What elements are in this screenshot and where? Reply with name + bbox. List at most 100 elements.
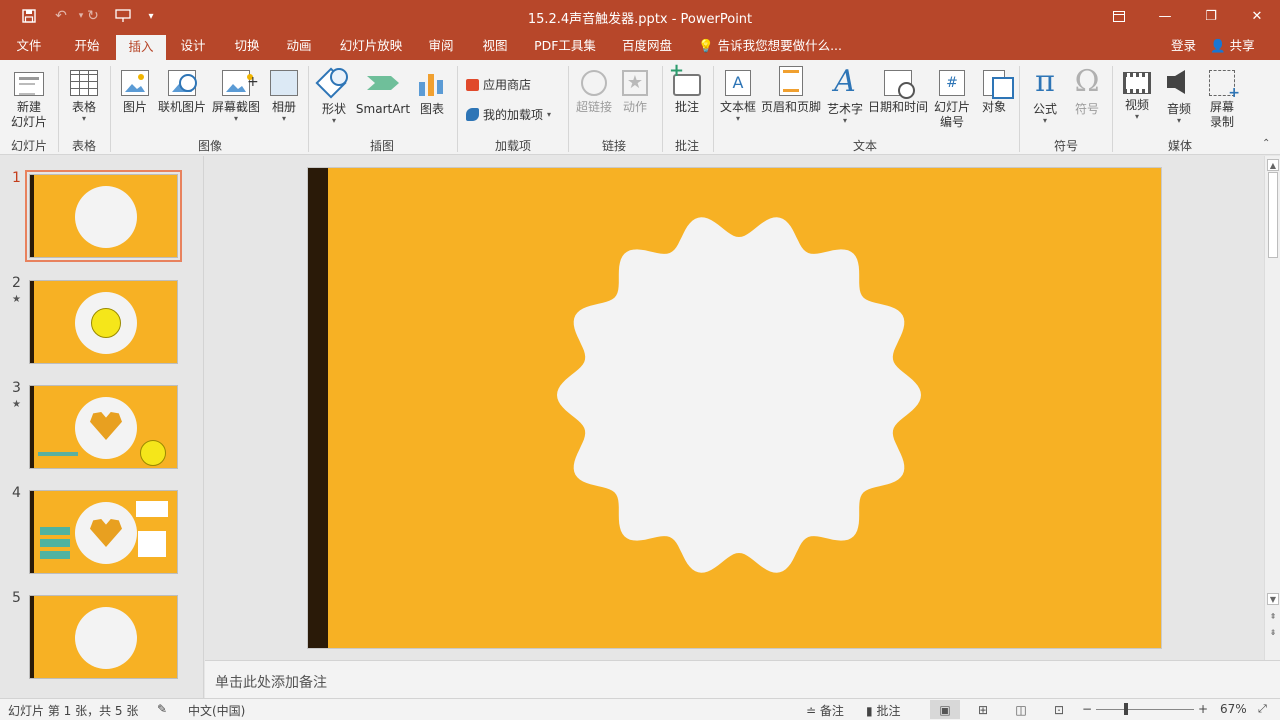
smartart-button[interactable]: SmartArt <box>355 64 411 117</box>
zoom-in-icon[interactable]: + <box>1198 702 1208 716</box>
share-label: 共享 <box>1229 38 1255 53</box>
table-button[interactable]: 表格 ▾ <box>62 64 106 123</box>
addins-icon <box>466 108 479 121</box>
previous-slide-icon[interactable]: ⇞ <box>1267 611 1279 623</box>
zoom-level[interactable]: 67% <box>1220 702 1247 716</box>
zoom-out-icon[interactable]: − <box>1082 702 1092 716</box>
zoom-slider-handle[interactable] <box>1124 703 1128 715</box>
album-button[interactable]: 相册 ▾ <box>264 64 304 123</box>
my-addins-button[interactable]: 我的加载项 ▾ <box>466 106 551 123</box>
scalloped-circle[interactable] <box>556 212 922 578</box>
zoom-slider[interactable] <box>1096 709 1194 710</box>
wordart-icon: A <box>834 64 856 99</box>
screenshot-icon <box>222 70 253 96</box>
scrollbar-thumb[interactable] <box>1268 172 1278 258</box>
tab-review[interactable]: 审阅 <box>420 32 462 60</box>
store-button[interactable]: 应用商店 <box>466 76 531 93</box>
datetime-button[interactable]: 日期和时间 <box>867 64 929 115</box>
tab-design[interactable]: 设计 <box>172 32 214 60</box>
tab-transitions[interactable]: 切换 <box>226 32 268 60</box>
vertical-scrollbar[interactable]: ▲ ▼ ⇞ ⇟ <box>1264 156 1280 660</box>
equation-button[interactable]: π 公式 ▾ <box>1026 64 1064 125</box>
tab-baidu-netdisk[interactable]: 百度网盘 <box>616 32 678 60</box>
wordart-button[interactable]: A 艺术字 ▾ <box>825 64 865 125</box>
album-label: 相册 <box>271 100 296 114</box>
comments-toggle-label: 批注 <box>876 704 901 718</box>
language-indicator[interactable]: 中文(中国) <box>188 702 245 719</box>
screen-record-button[interactable]: 屏幕 录制 <box>1202 64 1242 130</box>
signin-link[interactable]: 登录 <box>1171 32 1196 60</box>
video-button[interactable]: 视频 ▾ <box>1118 64 1156 121</box>
object-button[interactable]: 对象 <box>976 64 1014 115</box>
group-text: 文本 <box>852 139 877 153</box>
minimize-icon[interactable]: — <box>1142 0 1188 32</box>
fit-to-window-icon[interactable]: ⤢ <box>1258 702 1267 716</box>
screenshot-button[interactable]: 屏幕截图 ▾ <box>210 64 262 123</box>
notes-pane[interactable]: 单击此处添加备注 <box>205 660 1280 698</box>
action-button[interactable]: ★ 动作 <box>616 64 654 115</box>
reading-view-button[interactable]: ◫ <box>1006 700 1036 719</box>
slide-left-bar <box>30 175 34 257</box>
thumbnail-decoration <box>136 501 168 517</box>
symbol-button[interactable]: Ω 符号 <box>1068 64 1106 117</box>
restore-icon[interactable]: ❐ <box>1188 0 1234 32</box>
picture-icon <box>121 70 149 96</box>
chart-button[interactable]: 图表 <box>414 64 450 117</box>
spellcheck-icon[interactable]: ✎ <box>157 702 167 716</box>
tell-me-search[interactable]: 💡 告诉我您想要做什么... <box>698 32 842 60</box>
divider <box>457 66 458 152</box>
slide-number-button[interactable]: # 幻灯片 编号 <box>931 64 973 130</box>
chevron-down-icon: ▾ <box>233 114 238 123</box>
header-footer-label: 页眉和页脚 <box>760 100 821 114</box>
textbox-button[interactable]: A 文本框 ▾ <box>718 64 758 123</box>
slide-thumbnail-2[interactable] <box>29 280 178 364</box>
close-icon[interactable]: ✕ <box>1234 0 1280 32</box>
datetime-label: 日期和时间 <box>867 100 928 114</box>
audio-button[interactable]: 音频 ▾ <box>1160 64 1198 125</box>
chart-label: 图表 <box>419 102 444 116</box>
header-footer-button[interactable]: 页眉和页脚 <box>760 64 822 115</box>
ribbon-display-icon[interactable] <box>1096 0 1142 32</box>
header-footer-icon <box>779 66 803 96</box>
slide-left-bar <box>30 281 34 363</box>
online-picture-button[interactable]: 联机图片 <box>156 64 208 115</box>
tab-view[interactable]: 视图 <box>474 32 516 60</box>
tab-pdf-tools[interactable]: PDF工具集 <box>530 32 600 60</box>
scroll-down-icon[interactable]: ▼ <box>1267 593 1279 605</box>
group-symbols: 符号 <box>1053 139 1078 153</box>
slide-thumbnail-4[interactable] <box>29 490 178 574</box>
new-slide-button[interactable]: 新建 幻灯片 <box>4 64 54 130</box>
slide-thumbnail-1[interactable] <box>25 170 182 262</box>
lightbulb-icon: 💡 <box>698 38 714 53</box>
hyperlink-label: 超链接 <box>575 100 612 114</box>
tab-slideshow[interactable]: 幻灯片放映 <box>336 32 406 60</box>
next-slide-icon[interactable]: ⇟ <box>1267 627 1279 639</box>
divider <box>713 66 714 152</box>
shapes-button[interactable]: 形状 ▾ <box>314 64 354 125</box>
picture-label: 图片 <box>122 100 147 114</box>
divider <box>58 66 59 152</box>
collapse-ribbon-icon[interactable]: ⌃ <box>1262 138 1270 149</box>
comment-button[interactable]: 批注 <box>668 60 706 115</box>
scroll-up-icon[interactable]: ▲ <box>1267 159 1279 171</box>
comments-toggle[interactable]: ▮ 批注 <box>866 702 900 719</box>
hyperlink-button[interactable]: 超链接 <box>574 64 614 115</box>
slide-thumbnail-3[interactable] <box>29 385 178 469</box>
group-tables: 表格 <box>71 139 96 153</box>
current-slide[interactable] <box>307 167 1162 649</box>
slide-thumbnail-5[interactable] <box>29 595 178 679</box>
picture-button[interactable]: 图片 <box>116 64 154 115</box>
tab-file[interactable]: 文件 <box>8 32 50 60</box>
tab-home[interactable]: 开始 <box>66 32 108 60</box>
chevron-down-icon: ▾ <box>1176 116 1181 125</box>
slide-sorter-button[interactable]: ⊞ <box>968 700 998 719</box>
slideshow-button[interactable]: ⊡ <box>1044 700 1074 719</box>
wordart-label: 艺术字 <box>826 102 863 116</box>
tab-animations[interactable]: 动画 <box>278 32 320 60</box>
textbox-icon: A <box>725 70 751 96</box>
notes-toggle[interactable]: ≐ 备注 <box>806 702 844 719</box>
tab-insert[interactable]: 插入 <box>116 35 166 60</box>
share-button[interactable]: 👤 共享 <box>1210 32 1255 60</box>
screen-record-label: 屏幕 录制 <box>1209 100 1234 129</box>
normal-view-button[interactable]: ▣ <box>930 700 960 719</box>
